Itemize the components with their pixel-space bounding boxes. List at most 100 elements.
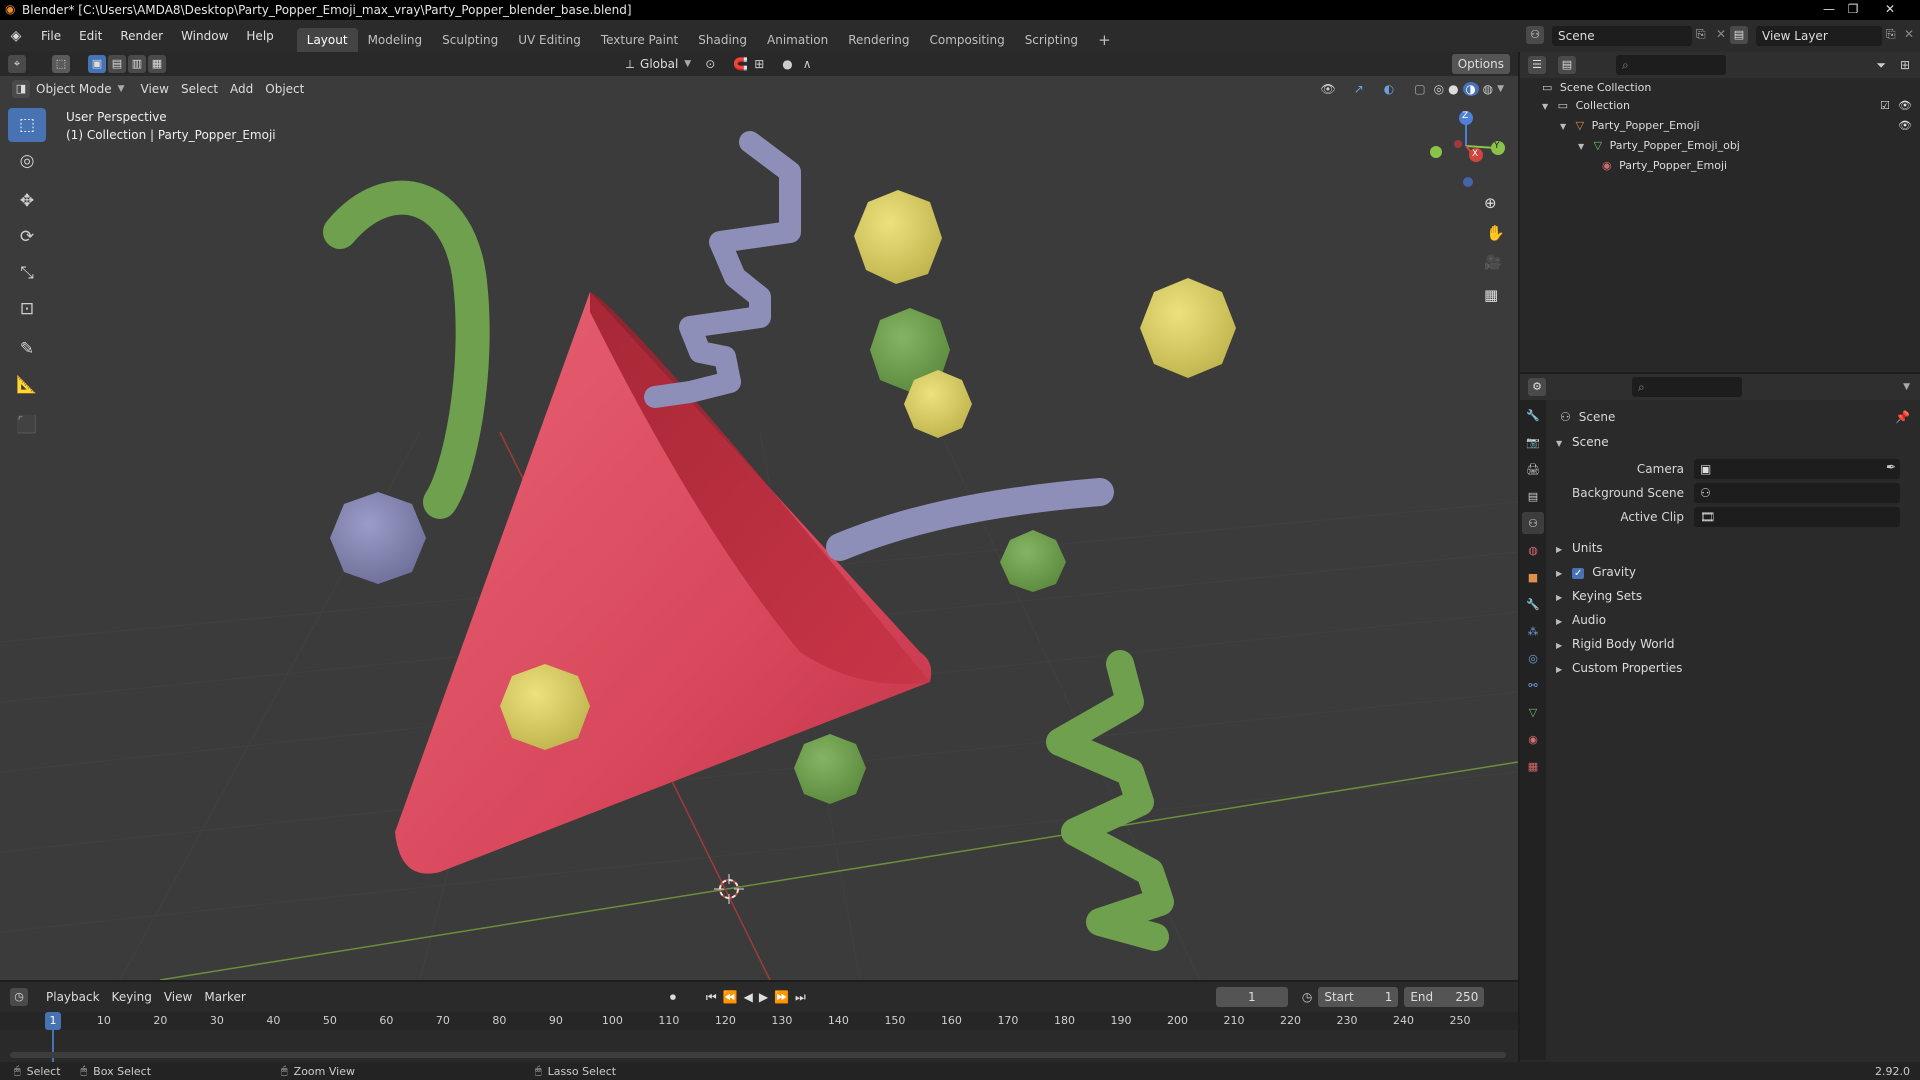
tree-mesh-data[interactable]: ▼ ▽ Party_Popper_Emoji_obj (1578, 136, 1740, 156)
yellow-confetti-2[interactable] (1140, 278, 1236, 378)
annotate-tool-icon[interactable]: ✎ (8, 332, 46, 366)
falloff-icon[interactable]: ∧ (803, 57, 812, 71)
start-frame-field[interactable]: Start 1 (1318, 987, 1399, 1007)
panel-audio[interactable]: ▶ Audio (1556, 608, 1606, 632)
background-scene-field[interactable]: ⚇ (1694, 483, 1900, 503)
minimize-icon[interactable]: — (1818, 0, 1840, 18)
mode-selector[interactable]: Object Mode (30, 79, 118, 99)
auto-keying-icon[interactable]: ⏺ (670, 990, 676, 1005)
viewport-menu-add[interactable]: Add (224, 79, 259, 99)
expand-arrow-icon[interactable]: ▼ (1560, 122, 1566, 131)
scale-tool-icon[interactable]: ⤡ (8, 256, 46, 290)
viewport-scene[interactable] (0, 52, 1518, 980)
tree-material[interactable]: ◉ Party_Popper_Emoji (1602, 156, 1727, 176)
outliner-search-input[interactable]: ⌕ (1616, 55, 1726, 75)
close-icon[interactable]: ✕ (1866, 0, 1914, 18)
scene-tab-icon[interactable]: ⚇ (1522, 512, 1544, 534)
jump-start-icon[interactable]: ⏮ (706, 990, 717, 1005)
add-workspace-button[interactable]: + (1088, 28, 1121, 52)
solid-shading-icon[interactable]: ● (1448, 82, 1458, 96)
menu-help[interactable]: Help (237, 20, 282, 52)
menu-render[interactable]: Render (111, 20, 172, 52)
select-intersect-icon[interactable]: ▦ (148, 55, 166, 73)
pin-icon[interactable]: 📌 (1895, 410, 1910, 424)
play-icon[interactable]: ▶ (759, 990, 768, 1004)
viewport-menu-select[interactable]: Select (175, 79, 224, 99)
select-box-tool-icon[interactable]: ⬚ (8, 108, 46, 142)
tab-rendering[interactable]: Rendering (838, 28, 919, 52)
properties-search-input[interactable]: ⌕ (1632, 377, 1742, 397)
tab-animation[interactable]: Animation (757, 28, 838, 52)
material-tab-icon[interactable]: ◉ (1522, 728, 1544, 750)
next-keyframe-icon[interactable]: ⏩ (774, 990, 789, 1004)
jump-end-icon[interactable]: ⏭ (795, 990, 806, 1005)
constraints-tab-icon[interactable]: ⚯ (1522, 674, 1544, 696)
zoom-icon[interactable]: ⊕ (1484, 194, 1497, 212)
new-collection-icon[interactable]: ⊞ (1900, 58, 1910, 72)
add-cube-tool-icon[interactable]: ⬛ (8, 408, 46, 442)
yellow-confetti-4[interactable] (500, 664, 590, 750)
shading-chevron-icon[interactable]: ▼ (1497, 84, 1504, 94)
end-frame-field[interactable]: End 250 (1404, 987, 1485, 1007)
viewport-menu-object[interactable]: Object (259, 79, 310, 99)
rotate-tool-icon[interactable]: ⟳ (8, 220, 46, 254)
object-visibility-eye-icon[interactable]: 👁 (1898, 116, 1912, 136)
pan-hand-icon[interactable]: ✋ (1486, 224, 1505, 242)
lavender-confetti[interactable] (330, 492, 426, 584)
transform-tool-icon[interactable]: ⊡ (8, 292, 46, 326)
tab-compositing[interactable]: Compositing (919, 28, 1014, 52)
blender-menu-icon[interactable]: ◈ (0, 28, 32, 44)
lavender-streamer-middle[interactable] (826, 478, 1114, 561)
transform-orientation-dropdown[interactable]: Global (634, 54, 684, 74)
timeline-scrollbar[interactable] (10, 1052, 1506, 1058)
delete-view-layer-icon[interactable]: ✕ (1904, 27, 1914, 41)
expand-arrow-icon[interactable]: ▼ (1542, 102, 1548, 111)
tree-collection[interactable]: ▼ ▭ Collection ☑ 👁 (1542, 96, 1912, 116)
options-dropdown[interactable]: Options (1451, 54, 1510, 74)
panel-units[interactable]: ▶ Units (1556, 536, 1603, 560)
ortho-grid-icon[interactable]: ▦ (1484, 286, 1498, 304)
wireframe-shading-icon[interactable]: ◎ (1434, 82, 1444, 96)
scene-selector[interactable]: Scene (1552, 26, 1692, 46)
move-tool-icon[interactable]: ✥ (8, 184, 46, 218)
keying-menu[interactable]: Keying (106, 987, 158, 1007)
object-tab-icon[interactable]: ■ (1522, 566, 1544, 588)
render-tab-icon[interactable]: 📷 (1522, 431, 1544, 453)
data-tab-icon[interactable]: ▽ (1522, 701, 1544, 723)
play-reverse-icon[interactable]: ◀ (744, 990, 753, 1004)
eyedropper-icon[interactable]: ✒ (1886, 460, 1896, 474)
menu-edit[interactable]: Edit (70, 20, 111, 52)
tree-scene-collection[interactable]: ▭ Scene Collection (1542, 78, 1651, 98)
world-tab-icon[interactable]: ◍ (1522, 539, 1544, 561)
collection-checkbox[interactable]: ☑ (1880, 96, 1890, 116)
menu-window[interactable]: Window (172, 20, 237, 52)
green-confetti-3[interactable] (794, 734, 866, 804)
snap-target-icon[interactable]: ⊞ (754, 57, 764, 71)
rendered-shading-icon[interactable]: ◍ (1483, 82, 1493, 96)
marker-menu[interactable]: Marker (198, 987, 251, 1007)
green-confetti-2[interactable] (1000, 530, 1066, 592)
collection-visibility-eye-icon[interactable]: 👁 (1898, 96, 1912, 116)
material-shading-icon[interactable]: ◑ (1462, 82, 1479, 96)
tab-modeling[interactable]: Modeling (358, 28, 433, 52)
tab-scripting[interactable]: Scripting (1015, 28, 1088, 52)
filter-icon[interactable]: ⏷ (1876, 58, 1886, 73)
snap-icon[interactable]: 🧲 (733, 57, 748, 71)
tool-tab-icon[interactable]: 🔧 (1522, 404, 1544, 426)
tab-uv-editing[interactable]: UV Editing (508, 28, 591, 52)
view-layer-tab-icon[interactable]: ▤ (1522, 485, 1544, 507)
tab-sculpting[interactable]: Sculpting (432, 28, 508, 52)
particles-tab-icon[interactable]: ⁂ (1522, 620, 1544, 642)
current-frame-field[interactable]: 1 (1215, 987, 1288, 1007)
scene-panel-header[interactable]: ▼ Scene (1556, 430, 1609, 454)
modifier-tab-icon[interactable]: 🔧 (1522, 593, 1544, 615)
panel-gravity[interactable]: ▶ ✓ Gravity (1556, 560, 1636, 584)
physics-tab-icon[interactable]: ◎ (1522, 647, 1544, 669)
outliner-editor-icon[interactable]: ☰ (1528, 56, 1546, 74)
output-tab-icon[interactable]: 🖨 (1522, 458, 1544, 480)
new-scene-icon[interactable]: ⎘ (1696, 27, 1706, 42)
proportional-edit-icon[interactable]: ● (782, 57, 792, 71)
editor-type-icon[interactable]: ⌖ (8, 55, 26, 73)
camera-field[interactable]: ▣ (1694, 459, 1900, 479)
select-mode-icon[interactable]: ⬚ (52, 55, 70, 73)
